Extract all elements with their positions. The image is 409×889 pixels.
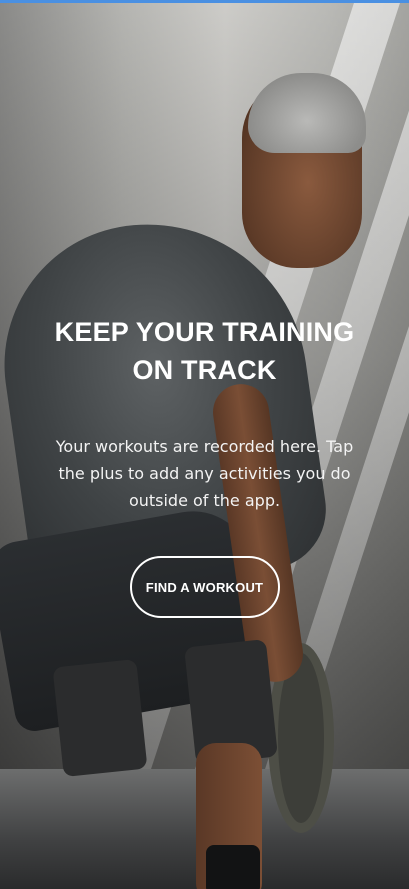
athlete-sock [206,845,260,889]
empty-state-content: KEEP YOUR TRAINING ON TRACK Your workout… [0,313,409,618]
dumbbell-left [52,658,148,778]
empty-state-headline: KEEP YOUR TRAINING ON TRACK [54,317,355,385]
empty-state-description: Your workouts are recorded here. Tap the… [55,437,354,510]
find-workout-button[interactable]: FIND A WORKOUT [129,556,280,618]
activity-empty-screen: KEEP YOUR TRAINING ON TRACK Your workout… [0,0,409,889]
